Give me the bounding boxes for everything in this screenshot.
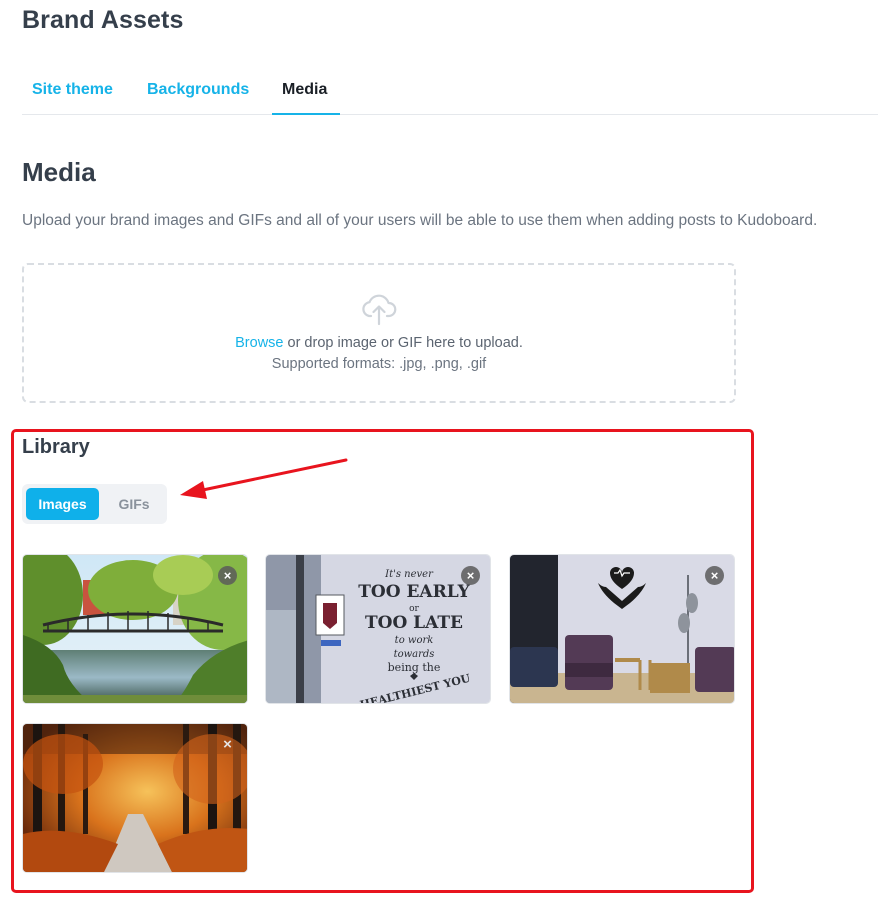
upload-instruction-text: or drop image or GIF here to upload. bbox=[283, 335, 523, 351]
waiting-room-image bbox=[510, 555, 734, 703]
quote-line-5: to work bbox=[395, 635, 434, 646]
wall-quote-image: It's never TOO EARLY or TOO LATE to work… bbox=[266, 555, 490, 703]
cloud-upload-icon bbox=[362, 294, 397, 326]
library-image-river-bridge[interactable]: × bbox=[22, 554, 248, 704]
section-description: Upload your brand images and GIFs and al… bbox=[22, 212, 818, 229]
upload-instruction: Browse or drop image or GIF here to uplo… bbox=[24, 335, 734, 351]
library-title: Library bbox=[22, 436, 90, 458]
remove-image-button[interactable]: × bbox=[461, 566, 480, 585]
library-image-wall-quote[interactable]: It's never TOO EARLY or TOO LATE to work… bbox=[265, 554, 491, 704]
remove-image-button[interactable]: × bbox=[218, 566, 237, 585]
remove-image-button[interactable]: × bbox=[705, 566, 724, 585]
remove-image-button[interactable]: × bbox=[218, 735, 237, 754]
river-bridge-image bbox=[23, 555, 247, 703]
tab-media[interactable]: Media bbox=[282, 81, 327, 99]
page-title: Brand Assets bbox=[22, 6, 184, 34]
active-tab-indicator bbox=[272, 113, 340, 115]
images-toggle-button[interactable]: Images bbox=[26, 488, 99, 520]
tab-site-theme[interactable]: Site theme bbox=[32, 81, 113, 99]
quote-line-6: towards bbox=[394, 649, 435, 660]
annotation-arrow-icon bbox=[180, 458, 348, 499]
autumn-path-image bbox=[23, 724, 247, 872]
gifs-toggle-button[interactable]: GIFs bbox=[104, 488, 164, 520]
media-type-toggle: Images GIFs bbox=[22, 484, 167, 524]
section-title: Media bbox=[22, 157, 96, 187]
quote-line-1: It's never bbox=[384, 569, 434, 580]
quote-line-4: TOO LATE bbox=[365, 613, 463, 633]
tab-bar: Site theme Backgrounds Media bbox=[22, 70, 878, 115]
upload-dropzone[interactable]: Browse or drop image or GIF here to uplo… bbox=[22, 263, 736, 403]
library-image-autumn-path[interactable]: × bbox=[22, 723, 248, 873]
library-image-waiting-room[interactable]: × bbox=[509, 554, 735, 704]
browse-link[interactable]: Browse bbox=[235, 335, 283, 351]
supported-formats: Supported formats: .jpg, .png, .gif bbox=[271, 356, 487, 372]
tab-backgrounds[interactable]: Backgrounds bbox=[147, 81, 249, 99]
quote-line-7: being the bbox=[388, 661, 441, 674]
quote-line-2: TOO EARLY bbox=[358, 582, 470, 602]
